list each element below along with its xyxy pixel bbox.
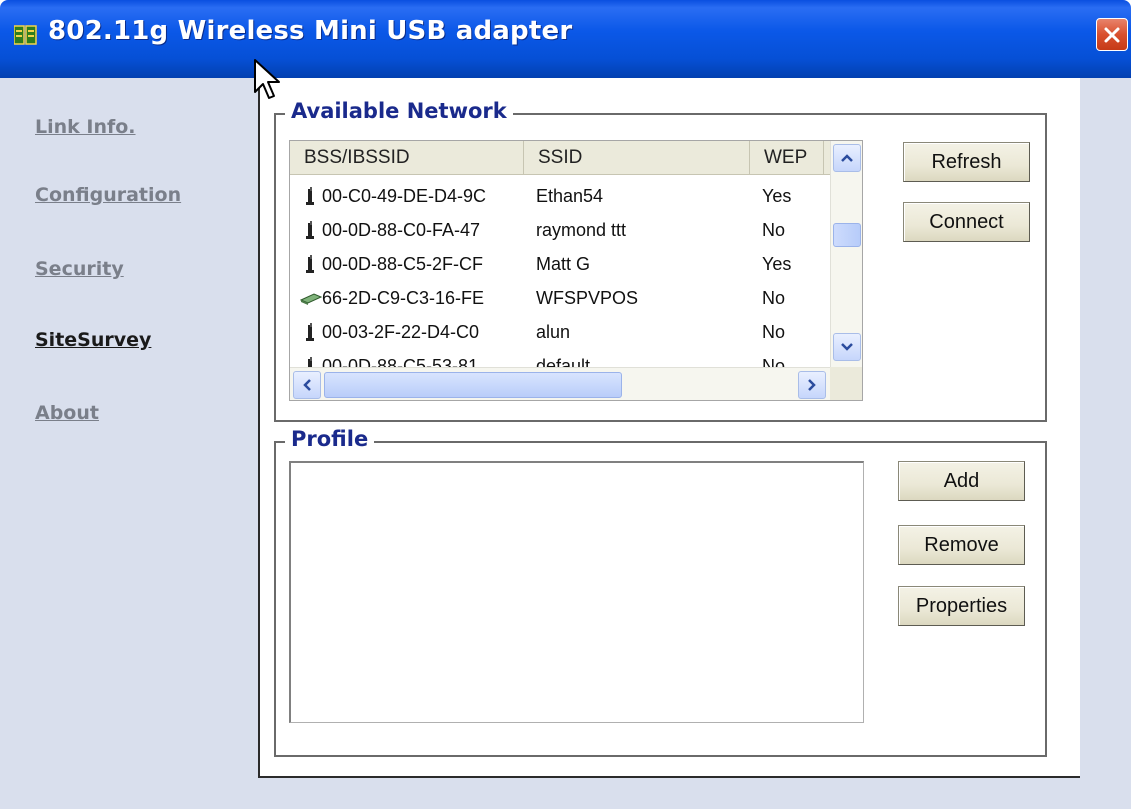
network-row[interactable]: 00-0D-88-C0-FA-47 raymond ttt No [290,213,830,247]
network-list[interactable]: BSS/IBSSID SSID WEP 00-C0-49-DE-D4-9C Et… [289,140,863,401]
mouse-pointer-icon [254,59,280,99]
access-point-icon [306,187,314,205]
app-icon [14,25,37,45]
profile-properties-button[interactable]: Properties [898,586,1025,626]
row-wep: No [762,322,786,342]
row-ssid: Ethan54 [536,186,604,206]
row-bssid: 00-03-2F-22-D4-C0 [322,322,480,342]
row-wep: No [762,220,786,240]
column-bssid[interactable]: BSS/IBSSID [290,141,524,174]
network-list-header: BSS/IBSSID SSID WEP [290,141,830,175]
adhoc-card-icon [300,293,322,305]
access-point-icon [306,221,314,239]
row-wep: Yes [762,254,792,274]
sidebar-item-security[interactable]: Security [35,258,124,280]
row-bssid: 66-2D-C9-C3-16-FE [322,288,485,308]
chevron-left-icon [303,379,311,391]
row-bssid: 00-0D-88-C0-FA-47 [322,220,481,240]
profile-title: Profile [285,427,375,451]
scroll-right-button[interactable] [798,371,826,399]
scroll-left-button[interactable] [293,371,321,399]
refresh-button[interactable]: Refresh [903,142,1030,182]
chevron-right-icon [808,379,816,391]
row-wep: Yes [762,186,792,206]
row-bssid: 00-0D-88-C5-2F-CF [322,254,484,274]
network-row[interactable]: 00-03-2F-22-D4-C0 alun No [290,315,830,349]
chevron-down-icon [841,343,853,351]
vertical-scroll-thumb[interactable] [833,223,861,247]
remove-profile-button[interactable]: Remove [898,525,1025,565]
bottom-margin [258,778,1131,809]
right-margin [1080,78,1131,809]
chevron-up-icon [841,154,853,162]
sidebar-item-sitesurvey[interactable]: SiteSurvey [35,329,151,351]
sidebar-item-link-info[interactable]: Link Info. [35,116,136,138]
scroll-up-button[interactable] [833,144,861,172]
sidebar-item-about[interactable]: About [35,402,99,424]
column-wep[interactable]: WEP [750,141,824,174]
column-ssid[interactable]: SSID [524,141,750,174]
title-bar[interactable]: 802.11g Wireless Mini USB adapter [0,0,1131,78]
horizontal-scroll-thumb[interactable] [324,372,622,398]
access-point-icon [306,323,314,341]
content-border-bottom [258,776,1080,778]
network-row[interactable]: 00-C0-49-DE-D4-9C Ethan54 Yes [290,179,830,213]
row-ssid: raymond ttt [536,220,627,240]
row-ssid: Matt G [536,254,591,274]
access-point-icon [306,255,314,273]
window-title: 802.11g Wireless Mini USB adapter [48,16,573,46]
sidebar-item-configuration[interactable]: Configuration [35,184,181,206]
scrollbar-corner [830,367,862,400]
close-x-icon [1104,27,1120,42]
close-button[interactable] [1096,18,1128,51]
adapter-utility-window: 802.11g Wireless Mini USB adapter Link I… [0,0,1131,809]
scroll-down-button[interactable] [833,333,861,361]
network-row[interactable]: 00-0D-88-C5-2F-CF Matt G Yes [290,247,830,281]
row-bssid: 00-C0-49-DE-D4-9C [322,186,487,206]
sidebar-nav: Link Info. Configuration Security SiteSu… [0,78,258,809]
horizontal-scrollbar[interactable] [290,367,830,400]
row-ssid: WFSPVPOS [536,288,639,308]
available-network-title: Available Network [285,99,513,123]
connect-button[interactable]: Connect [903,202,1030,242]
network-row[interactable]: 66-2D-C9-C3-16-FE WFSPVPOS No [290,281,830,315]
add-profile-button[interactable]: Add [898,461,1025,501]
profile-list[interactable] [289,461,864,723]
row-wep: No [762,288,786,308]
row-ssid: alun [536,322,571,342]
content-border-left [258,78,260,778]
vertical-scrollbar[interactable] [830,141,862,367]
